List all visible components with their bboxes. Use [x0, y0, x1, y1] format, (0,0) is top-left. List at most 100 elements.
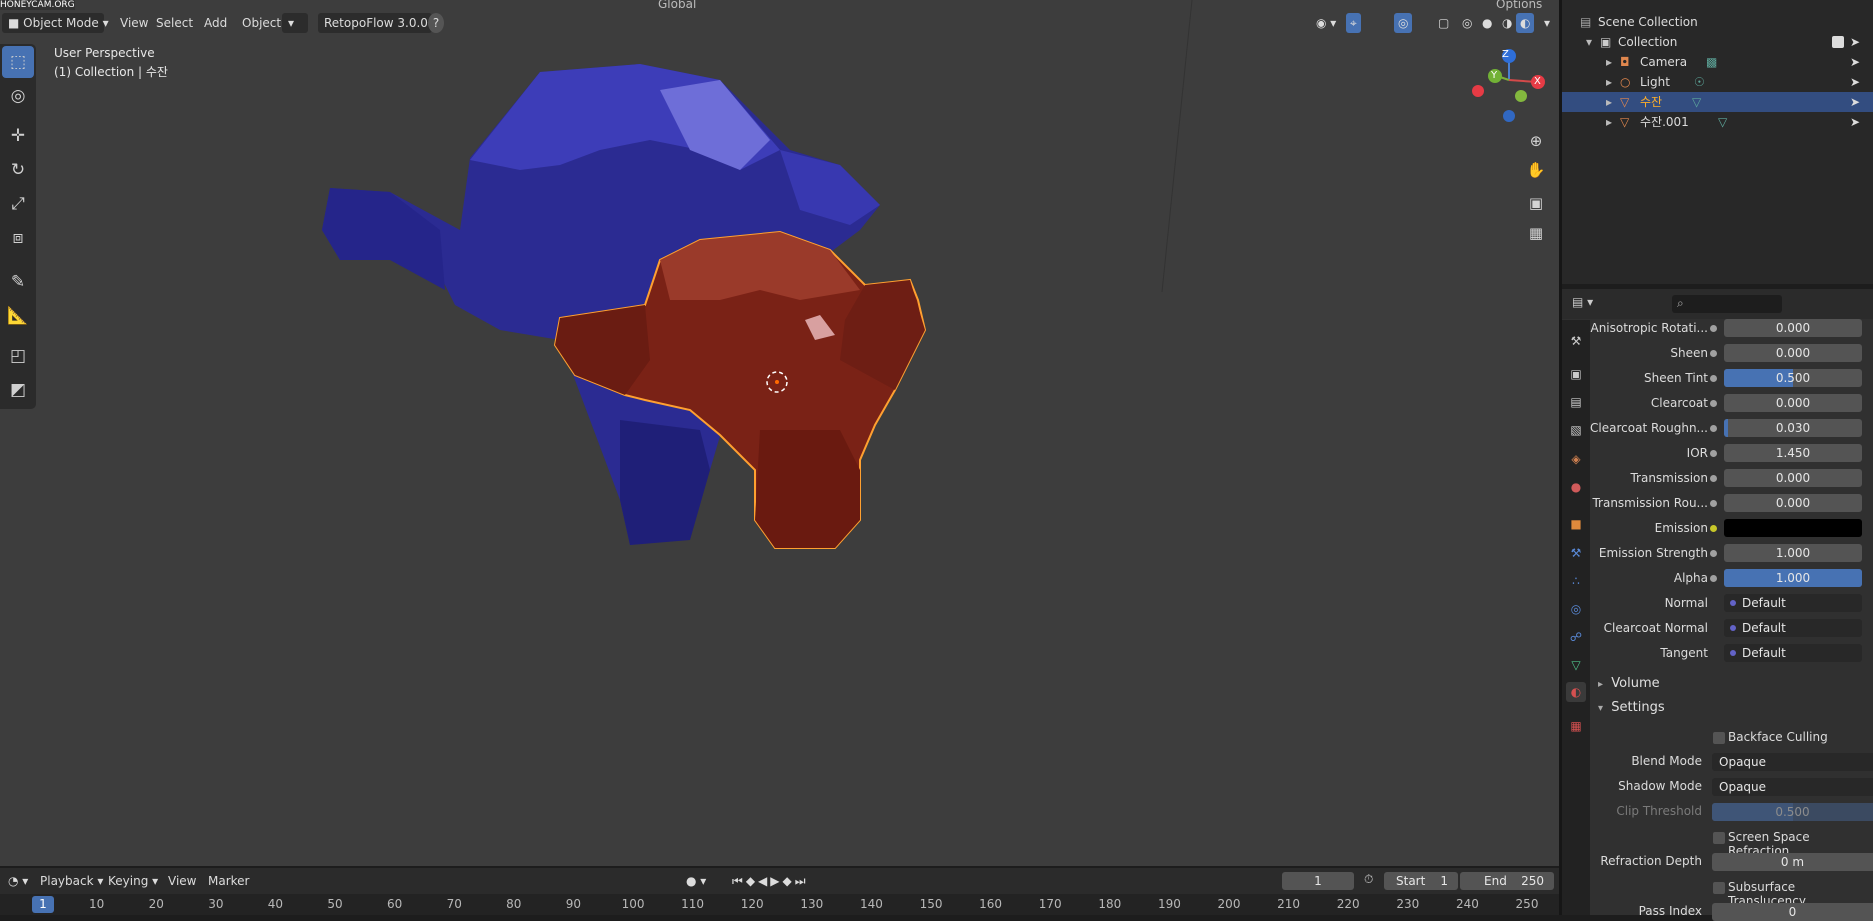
- expand-right-icon[interactable]: ▸: [1606, 52, 1612, 72]
- 3d-viewport[interactable]: Z Y X User Perspective (1) Collection | …: [0, 0, 1559, 866]
- keyframe-dot-icon[interactable]: [1710, 550, 1717, 557]
- marker-menu[interactable]: Marker: [202, 871, 255, 891]
- keyframe-dot-icon[interactable]: [1710, 350, 1717, 357]
- auto-keying-icon[interactable]: ● ▾: [680, 871, 712, 891]
- refraction-depth-field[interactable]: 0 m: [1712, 853, 1873, 871]
- alpha-field[interactable]: 1.000: [1724, 569, 1862, 587]
- ortho-grid-icon[interactable]: ▦: [1523, 220, 1549, 246]
- emission-strength-field[interactable]: 1.000: [1724, 544, 1862, 562]
- clearcoat-roughness-field[interactable]: 0.030: [1724, 419, 1862, 437]
- add-cube-icon[interactable]: ◰: [2, 340, 34, 372]
- overlay-toggle-icon[interactable]: ◎: [1394, 13, 1413, 33]
- material-tab-icon[interactable]: ◐: [1566, 682, 1586, 702]
- visibility-icon[interactable]: ◉ ▾: [1310, 13, 1342, 33]
- cursor-icon[interactable]: ◎: [2, 80, 34, 112]
- anisotropic-rotation-field[interactable]: 0.000: [1724, 319, 1862, 337]
- particles-tab-icon[interactable]: ∴: [1566, 571, 1586, 591]
- prev-keyframe-icon[interactable]: ◆: [746, 874, 758, 888]
- menu-object[interactable]: Object: [236, 13, 287, 33]
- transmission-roughness-field[interactable]: 0.000: [1724, 494, 1862, 512]
- gizmo-x-label[interactable]: X: [1534, 76, 1541, 87]
- backface-culling-checkbox[interactable]: [1713, 732, 1725, 744]
- start-frame-field[interactable]: Start 1: [1384, 872, 1458, 890]
- expand-right-icon[interactable]: ▸: [1606, 92, 1612, 112]
- modifier-tab-icon[interactable]: ⚒: [1566, 543, 1586, 563]
- view-menu[interactable]: View: [162, 871, 202, 891]
- scene-tab-icon[interactable]: ◈: [1566, 449, 1586, 469]
- select-arrow-icon[interactable]: ➤: [1850, 112, 1860, 132]
- output-tab-icon[interactable]: ▤: [1566, 392, 1586, 412]
- measure-icon[interactable]: 📐: [2, 300, 34, 332]
- menu-select[interactable]: Select: [150, 13, 199, 33]
- menu-view[interactable]: View: [114, 13, 154, 33]
- view-layer-tab-icon[interactable]: ▧: [1566, 420, 1586, 440]
- keyframe-dot-icon[interactable]: [1710, 475, 1717, 482]
- transmission-field[interactable]: 0.000: [1724, 469, 1862, 487]
- keyframe-dot-icon[interactable]: [1710, 325, 1717, 332]
- object-tab-icon[interactable]: ■: [1566, 514, 1586, 534]
- volume-panel-header[interactable]: ▸ Volume: [1598, 674, 1660, 694]
- jump-end-icon[interactable]: ⏭: [795, 874, 809, 888]
- next-keyframe-icon[interactable]: ◆: [783, 874, 795, 888]
- select-arrow-icon[interactable]: ➤: [1850, 32, 1860, 52]
- area-divider[interactable]: [1559, 0, 1562, 915]
- help-button[interactable]: ?: [428, 13, 444, 33]
- clip-threshold-field[interactable]: 0.500: [1712, 803, 1873, 821]
- annotate-icon[interactable]: ✎: [2, 266, 34, 298]
- zoom-icon[interactable]: ⊕: [1523, 128, 1549, 154]
- transform-orientation[interactable]: Global: [652, 0, 702, 14]
- editor-type-icon[interactable]: ▤ ▾: [1572, 295, 1593, 309]
- select-box-icon[interactable]: ⬚: [2, 46, 34, 78]
- timeline-ruler[interactable]: 1 10 20 30 40 50 60 70 80 90 100 110 120 130 140 150 160…: [0, 894, 1559, 915]
- play-reverse-icon[interactable]: ◀: [758, 874, 770, 888]
- outliner-item-camera[interactable]: ▸ ◘ Camera ▩ ➤: [1562, 52, 1873, 72]
- expand-right-icon[interactable]: ▸: [1606, 112, 1612, 132]
- camera-view-icon[interactable]: ▣: [1523, 190, 1549, 216]
- data-tab-icon[interactable]: ▽: [1566, 655, 1586, 675]
- keyframe-dot-icon[interactable]: [1710, 500, 1717, 507]
- keyframe-dot-icon[interactable]: [1710, 375, 1717, 382]
- texture-tab-icon[interactable]: ▦: [1566, 716, 1586, 736]
- end-frame-field[interactable]: End 250: [1460, 872, 1554, 890]
- keyframe-dot-icon[interactable]: [1710, 450, 1717, 457]
- outliner-item-suzanne-001[interactable]: ▸ ▽ 수잔.001 ▽ ➤: [1562, 112, 1873, 132]
- keyframe-dot-icon[interactable]: [1710, 425, 1717, 432]
- preview-range-icon[interactable]: ⏱: [1364, 872, 1373, 887]
- color-socket-icon[interactable]: [1710, 525, 1717, 532]
- outliner-collection[interactable]: ▾ ▣ Collection ➤: [1562, 32, 1873, 52]
- sheen-tint-field[interactable]: 0.500: [1724, 369, 1862, 387]
- options-dropdown[interactable]: Options: [1490, 0, 1548, 14]
- subsurface-translucency-checkbox[interactable]: [1713, 882, 1725, 894]
- outliner-scene-collection[interactable]: ▤ Scene Collection: [1562, 12, 1873, 32]
- tool-tab-icon[interactable]: ⚒: [1566, 331, 1586, 351]
- outliner-item-light[interactable]: ▸ ○ Light ☉ ➤: [1562, 72, 1873, 92]
- normal-link-field[interactable]: Default: [1724, 594, 1862, 612]
- collection-checkbox[interactable]: [1832, 36, 1844, 48]
- current-frame-field[interactable]: 1: [1282, 872, 1354, 890]
- gizmo-z-label[interactable]: Z: [1502, 49, 1509, 60]
- clearcoat-normal-link-field[interactable]: Default: [1724, 619, 1862, 637]
- physics-tab-icon[interactable]: ◎: [1566, 599, 1586, 619]
- retopoflow-menu[interactable]: RetopoFlow 3.0.0: [318, 13, 432, 33]
- editor-type-icon[interactable]: ◔ ▾: [2, 871, 34, 891]
- playback-menu[interactable]: Playback ▾: [34, 871, 109, 891]
- render-tab-icon[interactable]: ▣: [1566, 364, 1586, 384]
- keying-menu[interactable]: Keying ▾: [102, 871, 164, 891]
- snap-dropdown[interactable]: ▾: [282, 13, 308, 33]
- select-arrow-icon[interactable]: ➤: [1850, 52, 1860, 72]
- clearcoat-field[interactable]: 0.000: [1724, 394, 1862, 412]
- expand-right-icon[interactable]: ▸: [1606, 72, 1612, 92]
- xray-icon[interactable]: ▢: [1432, 13, 1455, 33]
- world-tab-icon[interactable]: ●: [1566, 477, 1586, 497]
- transform-icon[interactable]: ⧈: [2, 222, 34, 254]
- gizmo-y-label[interactable]: Y: [1491, 70, 1497, 81]
- extrude-icon[interactable]: ◩: [2, 374, 34, 406]
- select-arrow-icon[interactable]: ➤: [1850, 92, 1860, 112]
- pass-index-field[interactable]: 0: [1712, 903, 1873, 921]
- mode-dropdown[interactable]: ■ Object Mode ▾: [2, 13, 109, 33]
- outliner-item-suzanne[interactable]: ▸ ▽ 수잔 ▽ ➤: [1562, 92, 1873, 112]
- gizmo-toggle-icon[interactable]: ⌖: [1346, 13, 1361, 33]
- tangent-link-field[interactable]: Default: [1724, 644, 1862, 662]
- settings-panel-header[interactable]: ▾ Settings: [1598, 698, 1665, 718]
- expand-down-icon[interactable]: ▾: [1586, 32, 1592, 52]
